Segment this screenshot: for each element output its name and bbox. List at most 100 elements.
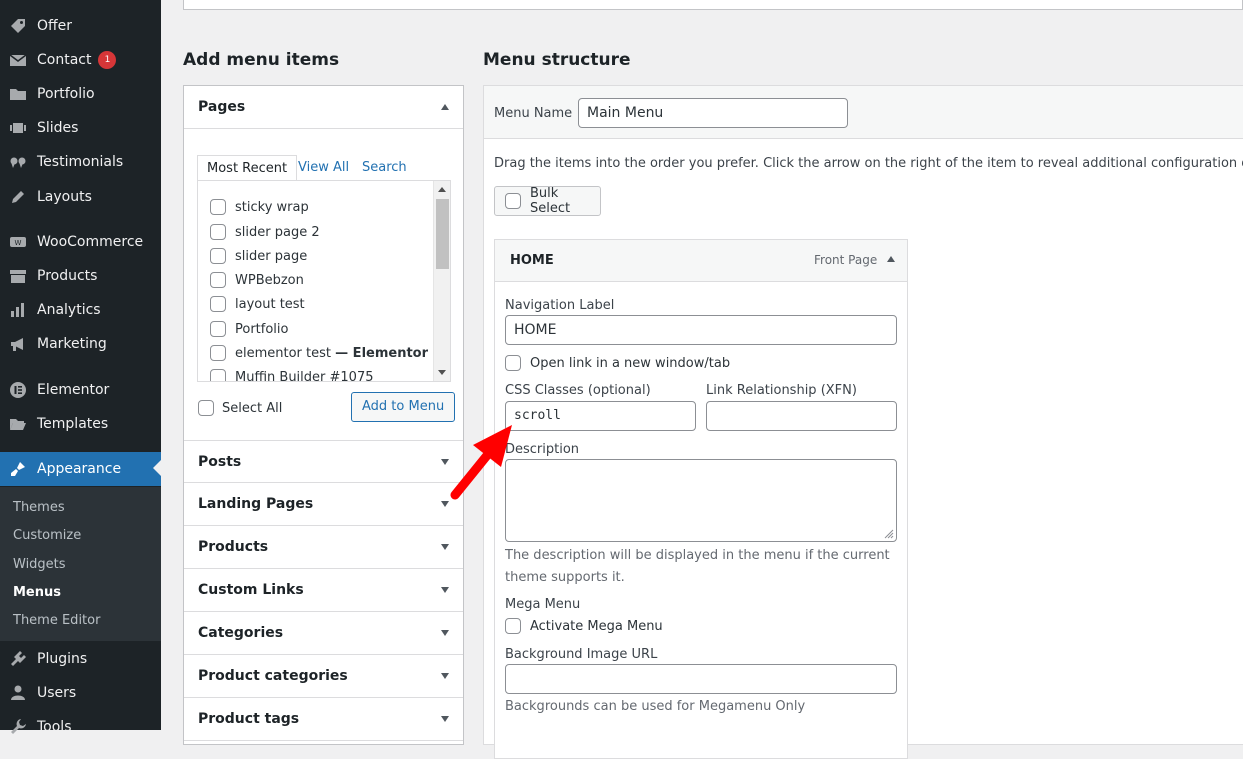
sidebar-item-appearance[interactable]: Appearance: [0, 452, 161, 486]
submenu-item-menus[interactable]: Menus: [13, 585, 61, 600]
menu-instructions: Drag the items into the order you prefer…: [494, 156, 1243, 171]
sidebar-item-plugins[interactable]: Plugins: [0, 642, 161, 676]
menu-name-label: Menu Name: [494, 106, 573, 121]
accordion-product-tags[interactable]: Product tags: [184, 698, 463, 741]
sidebar-item-label: WooCommerce: [37, 234, 144, 250]
sidebar-item-label: Offer: [37, 18, 73, 34]
menu-name-input[interactable]: Main Menu: [578, 98, 848, 128]
submenu-item-widgets[interactable]: Widgets: [13, 557, 66, 572]
plugin-icon: [9, 650, 27, 668]
list-item[interactable]: layout test: [210, 296, 305, 312]
bulk-select-button[interactable]: Bulk Select: [494, 186, 601, 216]
list-item[interactable]: elementor test — Elementor: [210, 345, 428, 361]
open-new-tab-checkbox[interactable]: Open link in a new window/tab: [505, 355, 730, 371]
appearance-submenu: Themes Customize Widgets Menus Theme Edi…: [0, 487, 161, 641]
list-item[interactable]: slider page: [210, 248, 307, 264]
bar-chart-icon: [9, 301, 27, 319]
sidebar-item-slides[interactable]: Slides: [0, 111, 161, 145]
checkbox[interactable]: [505, 193, 521, 209]
sidebar-item-label: Plugins: [37, 651, 88, 667]
navigation-label-input[interactable]: HOME: [505, 315, 897, 345]
sidebar-item-layouts[interactable]: Layouts: [0, 180, 161, 214]
mega-menu-label: Mega Menu: [505, 597, 581, 612]
sidebar-item-elementor[interactable]: Elementor: [0, 373, 161, 407]
bg-image-url-input[interactable]: [505, 664, 897, 694]
scroll-thumb[interactable]: [436, 199, 449, 269]
sidebar-item-users[interactable]: Users: [0, 676, 161, 710]
collapse-arrow-icon[interactable]: [441, 104, 449, 110]
sidebar-item-templates[interactable]: Templates: [0, 407, 161, 441]
scroll-up-icon[interactable]: [438, 187, 446, 192]
sidebar-item-marketing[interactable]: Marketing: [0, 327, 161, 361]
sidebar-item-portfolio[interactable]: Portfolio: [0, 77, 161, 111]
mail-icon: [9, 51, 27, 69]
accordion-title: Custom Links: [198, 582, 304, 598]
add-to-menu-button[interactable]: Add to Menu: [351, 392, 456, 422]
description-textarea[interactable]: [505, 459, 897, 542]
page-checkbox[interactable]: [210, 296, 226, 312]
menu-structure-heading: Menu structure: [483, 50, 631, 70]
expand-arrow-icon[interactable]: [441, 501, 449, 507]
tab-most-recent[interactable]: Most Recent: [197, 155, 298, 181]
scroll-down-icon[interactable]: [438, 370, 446, 375]
sidebar-item-products[interactable]: Products: [0, 259, 161, 293]
list-scrollbar[interactable]: [433, 181, 450, 381]
archive-icon: [9, 267, 27, 285]
checkbox[interactable]: [198, 400, 214, 416]
page-checkbox[interactable]: [210, 199, 226, 215]
sidebar-item-tools[interactable]: Tools: [0, 710, 161, 744]
resize-handle-icon[interactable]: [884, 529, 894, 539]
tab-search[interactable]: Search: [362, 155, 407, 181]
sidebar-item-contact[interactable]: Contact 1: [0, 43, 161, 77]
bg-image-url-label: Background Image URL: [505, 647, 658, 662]
page-checkbox[interactable]: [210, 369, 226, 381]
mega-menu-checkbox[interactable]: Activate Mega Menu: [505, 618, 663, 634]
accordion-title: Products: [198, 539, 269, 555]
megaphone-icon: [9, 335, 27, 353]
sidebar-item-offer[interactable]: Offer: [0, 9, 161, 43]
select-all-checkbox[interactable]: Select All: [198, 400, 282, 416]
expand-arrow-icon[interactable]: [441, 630, 449, 636]
page-checkbox[interactable]: [210, 224, 226, 240]
list-item[interactable]: sticky wrap: [210, 199, 309, 215]
list-item[interactable]: Muffin Builder #1075: [210, 369, 373, 381]
page-checkbox[interactable]: [210, 248, 226, 264]
item-collapse-arrow-icon[interactable]: [887, 256, 895, 262]
menu-item-handle[interactable]: HOME Front Page: [495, 240, 907, 282]
page-checkbox[interactable]: [210, 272, 226, 288]
sidebar-item-label: Templates: [37, 416, 109, 432]
list-item[interactable]: WPBebzon: [210, 272, 304, 288]
checkbox[interactable]: [505, 355, 521, 371]
expand-arrow-icon[interactable]: [441, 716, 449, 722]
submenu-item-themes[interactable]: Themes: [13, 500, 65, 515]
page-label: layout test: [235, 296, 305, 312]
tab-view-all[interactable]: View All: [298, 155, 349, 181]
sidebar-item-testimonials[interactable]: Testimonials: [0, 145, 161, 179]
submenu-item-customize[interactable]: Customize: [13, 528, 81, 543]
page-label: slider page: [235, 248, 308, 264]
accordion-products[interactable]: Products: [184, 526, 463, 569]
accordion-pages[interactable]: Pages: [184, 86, 463, 129]
accordion-product-categories[interactable]: Product categories: [184, 655, 463, 698]
submenu-item-theme-editor[interactable]: Theme Editor: [13, 613, 100, 628]
page-checkbox[interactable]: [210, 321, 226, 337]
checkbox[interactable]: [505, 618, 521, 634]
expand-arrow-icon[interactable]: [441, 544, 449, 550]
accordion-categories[interactable]: Categories: [184, 612, 463, 655]
list-item[interactable]: slider page 2: [210, 224, 320, 240]
accordion-custom-links[interactable]: Custom Links: [184, 569, 463, 612]
sidebar-item-woocommerce[interactable]: W WooCommerce: [0, 225, 161, 259]
list-item[interactable]: Portfolio: [210, 321, 288, 337]
xfn-input[interactable]: [706, 401, 897, 431]
wrench-icon: [9, 718, 27, 736]
expand-arrow-icon[interactable]: [441, 587, 449, 593]
accordion-title: Landing Pages: [198, 496, 314, 512]
expand-arrow-icon[interactable]: [441, 673, 449, 679]
expand-arrow-icon[interactable]: [441, 459, 449, 465]
accordion-landing-pages[interactable]: Landing Pages: [184, 483, 463, 526]
sidebar-item-label: Elementor: [37, 382, 110, 398]
sidebar-item-analytics[interactable]: Analytics: [0, 293, 161, 327]
css-classes-input[interactable]: scroll: [505, 401, 696, 431]
page-checkbox[interactable]: [210, 345, 226, 361]
accordion-posts[interactable]: Posts: [184, 440, 463, 483]
